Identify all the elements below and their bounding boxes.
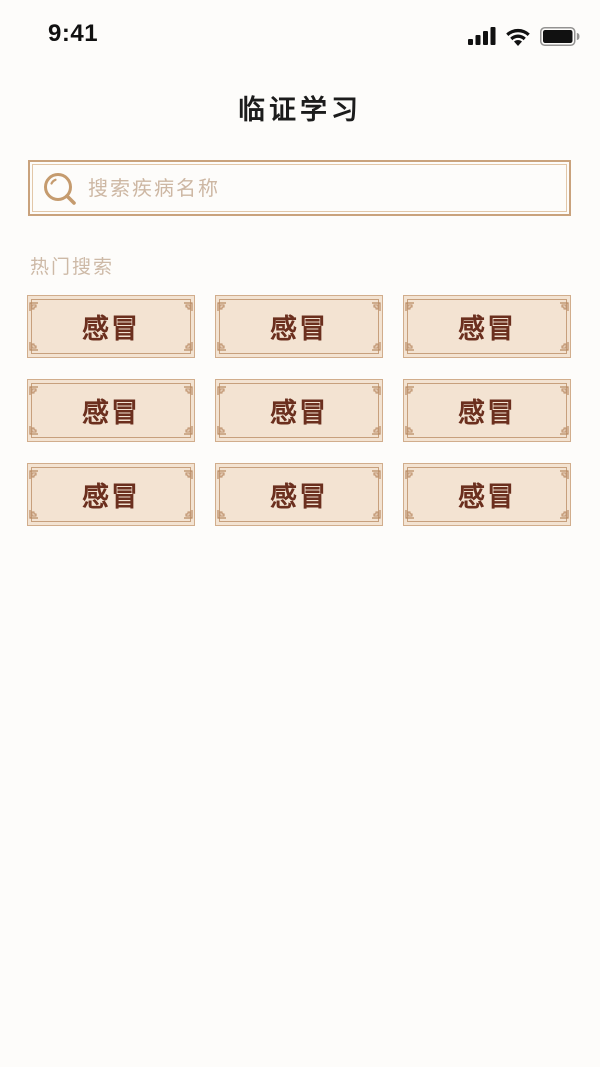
corner-ornament-icon xyxy=(217,426,227,440)
corner-ornament-icon xyxy=(183,297,193,311)
tag-label: 感冒 xyxy=(458,314,516,345)
tag-label: 感冒 xyxy=(458,482,516,513)
search-icon xyxy=(44,173,76,205)
corner-ornament-icon xyxy=(183,426,193,440)
hot-search-tag[interactable]: 感冒 xyxy=(215,463,383,526)
tag-label: 感冒 xyxy=(458,398,516,429)
hot-search-label: 热门搜索 xyxy=(30,256,115,278)
corner-ornament-icon xyxy=(29,381,39,395)
status-bar: 9:41 xyxy=(0,0,600,72)
tag-label: 感冒 xyxy=(270,482,328,513)
hot-search-tag[interactable]: 感冒 xyxy=(403,295,571,358)
corner-ornament-icon xyxy=(405,342,415,356)
corner-ornament-icon xyxy=(29,510,39,524)
corner-ornament-icon xyxy=(29,465,39,479)
hot-search-tag[interactable]: 感冒 xyxy=(27,379,195,442)
corner-ornament-icon xyxy=(559,342,569,356)
status-time: 9:41 xyxy=(48,20,99,47)
hot-search-tag[interactable]: 感冒 xyxy=(403,463,571,526)
corner-ornament-icon xyxy=(183,465,193,479)
page-title: 临证学习 xyxy=(238,95,362,126)
tag-label: 感冒 xyxy=(82,482,140,513)
corner-ornament-icon xyxy=(405,381,415,395)
corner-ornament-icon xyxy=(217,342,227,356)
tag-label: 感冒 xyxy=(270,398,328,429)
corner-ornament-icon xyxy=(559,381,569,395)
corner-ornament-icon xyxy=(559,465,569,479)
corner-ornament-icon xyxy=(371,426,381,440)
corner-ornament-icon xyxy=(371,342,381,356)
hot-search-tag[interactable]: 感冒 xyxy=(403,379,571,442)
corner-ornament-icon xyxy=(559,510,569,524)
signal-icon xyxy=(468,27,496,45)
tag-label: 感冒 xyxy=(270,314,328,345)
corner-ornament-icon xyxy=(183,342,193,356)
search-box[interactable] xyxy=(28,160,571,216)
corner-ornament-icon xyxy=(405,465,415,479)
corner-ornament-icon xyxy=(217,465,227,479)
hot-search-tag[interactable]: 感冒 xyxy=(215,295,383,358)
corner-ornament-icon xyxy=(559,426,569,440)
corner-ornament-icon xyxy=(217,297,227,311)
corner-ornament-icon xyxy=(217,510,227,524)
hot-search-tag[interactable]: 感冒 xyxy=(215,379,383,442)
corner-ornament-icon xyxy=(559,297,569,311)
hot-search-tag[interactable]: 感冒 xyxy=(27,463,195,526)
corner-ornament-icon xyxy=(371,465,381,479)
corner-ornament-icon xyxy=(183,381,193,395)
search-input[interactable] xyxy=(88,172,548,204)
corner-ornament-icon xyxy=(405,510,415,524)
corner-ornament-icon xyxy=(29,426,39,440)
battery-icon xyxy=(540,26,580,46)
corner-ornament-icon xyxy=(405,297,415,311)
corner-ornament-icon xyxy=(371,381,381,395)
hot-search-tag[interactable]: 感冒 xyxy=(27,295,195,358)
tag-label: 感冒 xyxy=(82,398,140,429)
corner-ornament-icon xyxy=(29,297,39,311)
status-icons xyxy=(468,24,580,48)
wifi-icon xyxy=(506,28,530,46)
corner-ornament-icon xyxy=(371,510,381,524)
corner-ornament-icon xyxy=(371,297,381,311)
corner-ornament-icon xyxy=(405,426,415,440)
tag-label: 感冒 xyxy=(82,314,140,345)
corner-ornament-icon xyxy=(217,381,227,395)
corner-ornament-icon xyxy=(29,342,39,356)
corner-ornament-icon xyxy=(183,510,193,524)
